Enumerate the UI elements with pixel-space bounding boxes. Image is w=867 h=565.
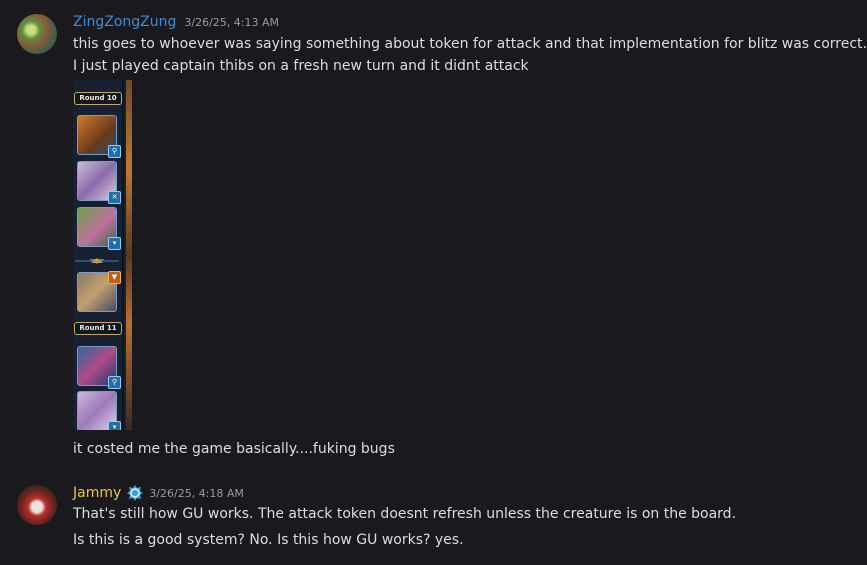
username[interactable]: Jammy: [73, 485, 121, 501]
guild-badge-icon[interactable]: [126, 484, 144, 502]
arrow-down-icon: ▼: [108, 271, 121, 284]
message-header: Jammy 3/26/25, 4:18 AM: [73, 484, 244, 502]
turn-divider: [75, 258, 119, 264]
shield-icon: ▾: [108, 421, 121, 430]
round-label: Round 11: [74, 322, 122, 335]
image-attachment[interactable]: Round 10 ⚲ ✕ ▾ ▼ Round 11 ⚲ ▾: [73, 80, 132, 430]
message-text: Is this is a good system? No. Is this ho…: [73, 532, 464, 548]
divider: [122, 80, 124, 430]
card-thumbnail: ▾: [77, 391, 121, 430]
card-thumbnail: ✕: [77, 161, 121, 204]
card-thumbnail: ⚲: [77, 115, 121, 158]
round-label: Round 10: [74, 92, 122, 105]
message-header: ZingZongZung 3/26/25, 4:13 AM: [73, 14, 279, 30]
timestamp[interactable]: 3/26/25, 4:18 AM: [149, 487, 244, 500]
avatar[interactable]: [17, 14, 57, 54]
card-thumbnail: ⚲: [77, 346, 121, 389]
avatar[interactable]: [17, 485, 57, 525]
message-text: this goes to whoever was saying somethin…: [73, 36, 867, 52]
shield-icon: ▾: [108, 237, 121, 250]
card-thumbnail: ▼: [77, 271, 121, 312]
message-text: I just played captain thibs on a fresh n…: [73, 58, 529, 74]
link-icon: ⚲: [108, 145, 121, 158]
board-edge-image: [126, 80, 132, 430]
message-text: it costed me the game basically....fukin…: [73, 441, 395, 457]
link-icon: ⚲: [108, 376, 121, 389]
username[interactable]: ZingZongZung: [73, 14, 176, 30]
cross-icon: ✕: [108, 191, 121, 204]
timestamp[interactable]: 3/26/25, 4:13 AM: [184, 16, 279, 29]
message-text: That's still how GU works. The attack to…: [73, 506, 737, 522]
card-thumbnail: ▾: [77, 207, 121, 250]
